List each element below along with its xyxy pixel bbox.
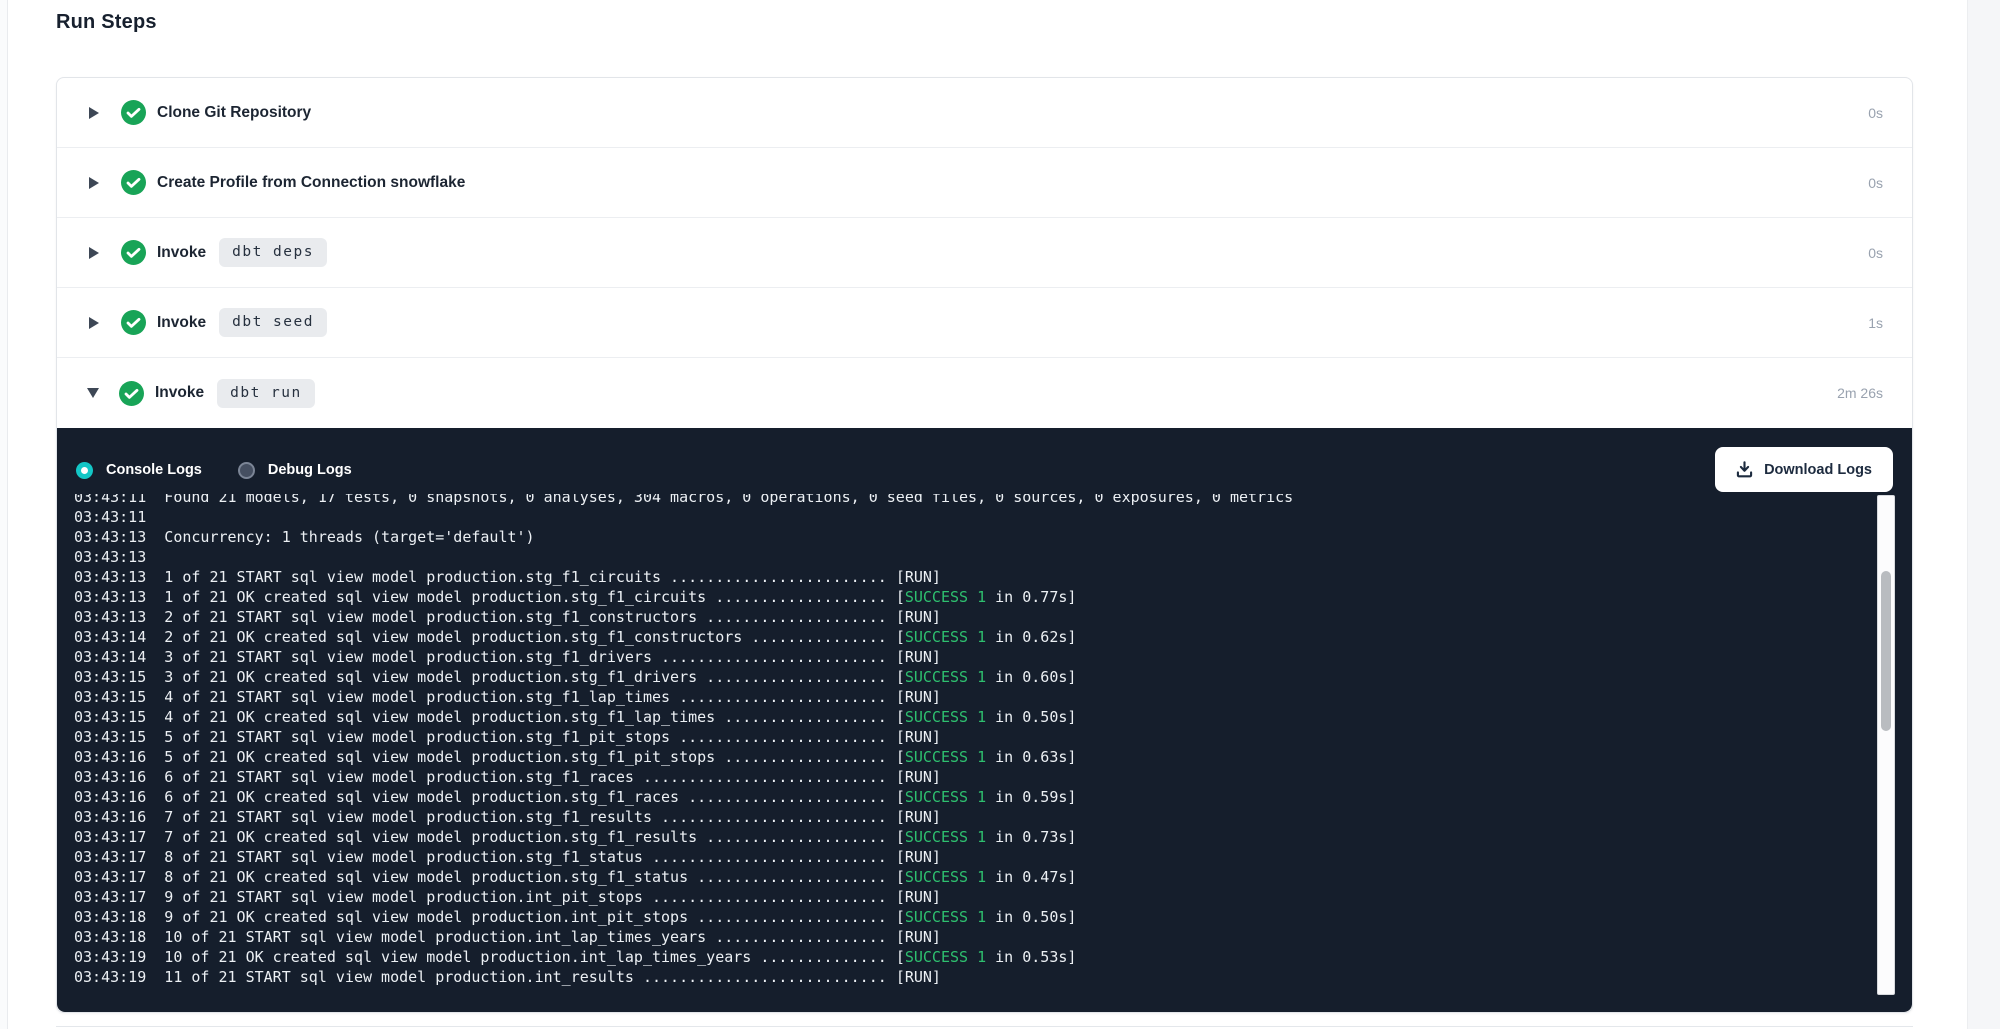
radio-selected-icon <box>76 462 93 479</box>
step-duration: 1s <box>1868 315 1883 331</box>
run-step-row[interactable]: Create Profile from Connection snowflake… <box>57 148 1912 218</box>
log-line: 03:43:15 4 of 21 OK created sql view mod… <box>74 707 1870 727</box>
run-steps-card: Clone Git Repository0sCreate Profile fro… <box>56 77 1913 1013</box>
step-duration: 0s <box>1868 175 1883 191</box>
log-line: 03:43:16 6 of 21 START sql view model pr… <box>74 767 1870 787</box>
step-command-badge: dbt deps <box>219 238 327 267</box>
log-line: 03:43:13 <box>74 547 1870 567</box>
chevron-right-icon <box>89 177 99 189</box>
log-line: 03:43:17 7 of 21 OK created sql view mod… <box>74 827 1870 847</box>
step-command-badge: dbt run <box>217 379 315 408</box>
run-step-row[interactable]: Invoke dbt seed 1s <box>57 288 1912 358</box>
success-check-icon <box>121 100 146 125</box>
log-line: 03:43:16 7 of 21 START sql view model pr… <box>74 807 1870 827</box>
log-line: 03:43:15 3 of 21 OK created sql view mod… <box>74 667 1870 687</box>
console-logs-label: Console Logs <box>106 462 202 478</box>
step-duration: 0s <box>1868 245 1883 261</box>
log-scrollbar-track[interactable] <box>1877 495 1895 995</box>
log-line: 03:43:13 1 of 21 OK created sql view mod… <box>74 587 1870 607</box>
console-log-panel: Console Logs Debug Logs Download Logs 03… <box>57 428 1912 1012</box>
log-line: 03:43:16 5 of 21 OK created sql view mod… <box>74 747 1870 767</box>
chevron-down-icon <box>87 388 99 398</box>
page-title: Run Steps <box>56 11 157 34</box>
download-logs-label: Download Logs <box>1764 462 1872 478</box>
log-line: 03:43:15 4 of 21 START sql view model pr… <box>74 687 1870 707</box>
log-line: 03:43:19 10 of 21 OK created sql view mo… <box>74 947 1870 967</box>
log-line: 03:43:15 5 of 21 START sql view model pr… <box>74 727 1870 747</box>
next-section-divider <box>56 1026 1913 1027</box>
debug-logs-label: Debug Logs <box>268 462 352 478</box>
step-label: Create Profile from Connection snowflake <box>157 174 465 192</box>
log-line: 03:43:11 <box>74 507 1870 527</box>
log-line: 03:43:18 10 of 21 START sql view model p… <box>74 927 1870 947</box>
run-step-row[interactable]: Clone Git Repository 0s <box>57 78 1912 148</box>
download-icon <box>1736 461 1753 478</box>
log-line: 03:43:13 2 of 21 START sql view model pr… <box>74 607 1870 627</box>
step-command-badge: dbt seed <box>219 308 327 337</box>
log-tabs: Console Logs Debug Logs <box>76 448 388 492</box>
debug-logs-radio[interactable]: Debug Logs <box>238 462 352 479</box>
chevron-right-icon <box>89 247 99 259</box>
run-steps-list: Clone Git Repository0sCreate Profile fro… <box>57 78 1912 428</box>
step-duration: 0s <box>1868 105 1883 121</box>
step-label: Invoke <box>157 314 206 332</box>
download-logs-button[interactable]: Download Logs <box>1715 447 1893 492</box>
success-check-icon <box>121 240 146 265</box>
log-line: 03:43:13 1 of 21 START sql view model pr… <box>74 567 1870 587</box>
log-line: 03:43:17 8 of 21 OK created sql view mod… <box>74 867 1870 887</box>
log-line: 03:43:11 Found 21 models, 17 tests, 0 sn… <box>74 494 1870 507</box>
success-check-icon <box>121 310 146 335</box>
log-line: 03:43:16 6 of 21 OK created sql view mod… <box>74 787 1870 807</box>
console-logs-radio[interactable]: Console Logs <box>76 462 202 479</box>
log-line: 03:43:14 3 of 21 START sql view model pr… <box>74 647 1870 667</box>
run-step-row[interactable]: Invoke dbt deps 0s <box>57 218 1912 288</box>
step-label: Invoke <box>157 244 206 262</box>
log-line: 03:43:13 Concurrency: 1 threads (target=… <box>74 527 1870 547</box>
log-line: 03:43:17 9 of 21 START sql view model pr… <box>74 887 1870 907</box>
log-scrollbar-thumb[interactable] <box>1881 571 1891 731</box>
right-panel-gutter <box>1967 0 2000 1029</box>
chevron-right-icon <box>89 107 99 119</box>
log-line: 03:43:17 8 of 21 START sql view model pr… <box>74 847 1870 867</box>
step-label: Clone Git Repository <box>157 104 311 122</box>
console-log-output: 03:43:11 Found 21 models, 17 tests, 0 sn… <box>74 494 1870 998</box>
log-line: 03:43:19 11 of 21 START sql view model p… <box>74 967 1870 987</box>
success-check-icon <box>119 381 144 406</box>
run-step-row[interactable]: Invoke dbt run 2m 26s <box>57 358 1912 428</box>
log-line: 03:43:18 9 of 21 OK created sql view mod… <box>74 907 1870 927</box>
step-label: Invoke <box>155 384 204 402</box>
success-check-icon <box>121 170 146 195</box>
step-duration: 2m 26s <box>1837 385 1883 401</box>
radio-unselected-icon <box>238 462 255 479</box>
left-panel-edge <box>0 0 8 1029</box>
chevron-right-icon <box>89 317 99 329</box>
log-line: 03:43:14 2 of 21 OK created sql view mod… <box>74 627 1870 647</box>
